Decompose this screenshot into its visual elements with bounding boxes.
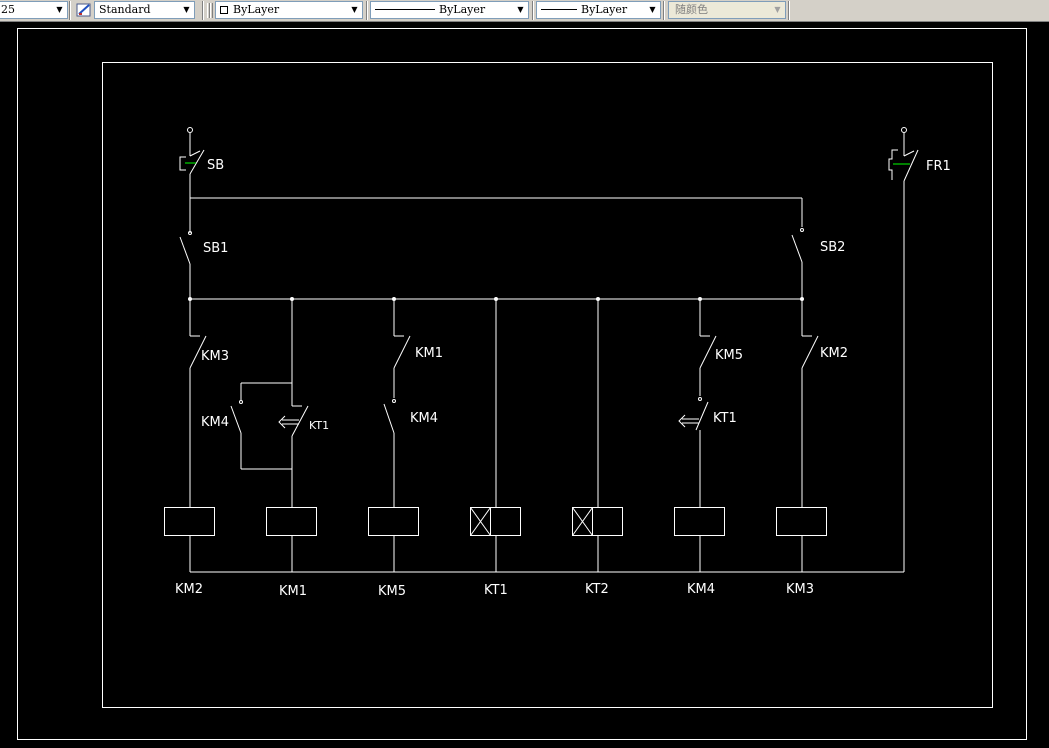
toolbar-separator bbox=[202, 1, 204, 20]
label-sb1: SB1 bbox=[203, 241, 228, 256]
label-km3-contact: KM3 bbox=[201, 349, 229, 364]
label-sb: SB bbox=[207, 158, 224, 173]
label-km4-contact: KM4 bbox=[410, 411, 438, 426]
linetype-value: ByLayer bbox=[439, 3, 486, 16]
text-style-value: 25 bbox=[1, 3, 15, 16]
chevron-down-icon: ▼ bbox=[770, 2, 785, 18]
drawing-canvas[interactable]: SB FR1 SB1 SB2 KM3 KM1 KM5 KM2 KM4 KT1 K… bbox=[0, 22, 1049, 744]
text-style-combo[interactable]: 25 ▼ bbox=[0, 1, 68, 19]
linetype-preview-icon bbox=[375, 9, 435, 10]
coil-label: KT2 bbox=[585, 582, 609, 597]
chevron-down-icon[interactable]: ▼ bbox=[645, 2, 660, 18]
lineweight-combo[interactable]: ByLayer ▼ bbox=[536, 1, 661, 19]
label-fr1: FR1 bbox=[926, 159, 951, 174]
sb2-contact bbox=[791, 228, 804, 300]
sb-button-symbol bbox=[179, 127, 205, 231]
fr1-relay-symbol bbox=[888, 127, 919, 572]
color-value: ByLayer bbox=[233, 3, 280, 16]
inner-frame bbox=[102, 62, 993, 708]
chevron-down-icon[interactable]: ▼ bbox=[52, 2, 67, 18]
coil-km2 bbox=[164, 507, 215, 536]
label-km4-contact-left: KM4 bbox=[201, 415, 229, 430]
coil-label: KM1 bbox=[279, 584, 307, 599]
plotstyle-combo: 随颜色 ▼ bbox=[668, 1, 786, 19]
color-swatch-icon bbox=[220, 6, 228, 14]
dimension-style-combo[interactable]: Standard ▼ bbox=[94, 1, 195, 19]
coil-label: KT1 bbox=[484, 583, 508, 598]
coil-label: KM5 bbox=[378, 584, 406, 599]
outer-frame bbox=[17, 28, 1027, 740]
toolbar-grip[interactable] bbox=[210, 3, 213, 18]
coil-km5 bbox=[368, 507, 419, 536]
lineweight-value: ByLayer bbox=[581, 3, 628, 16]
coil-label: KM3 bbox=[786, 582, 814, 597]
toolbar-separator bbox=[532, 1, 534, 20]
coil-km4 bbox=[674, 507, 725, 536]
label-kt1-contact-left: KT1 bbox=[309, 419, 329, 432]
lineweight-preview-icon bbox=[541, 9, 577, 10]
label-km5-contact: KM5 bbox=[715, 348, 743, 363]
column-km2 bbox=[189, 299, 207, 572]
toolbar-separator bbox=[366, 1, 368, 20]
coil-kt2 bbox=[572, 507, 623, 536]
chevron-down-icon[interactable]: ▼ bbox=[179, 2, 194, 18]
coil-label: KM4 bbox=[687, 582, 715, 597]
toolbar-separator bbox=[663, 1, 665, 20]
toolbar-separator bbox=[788, 1, 790, 20]
linetype-combo[interactable]: ByLayer ▼ bbox=[370, 1, 529, 19]
coil-km1 bbox=[266, 507, 317, 536]
column-km1 bbox=[230, 299, 309, 572]
label-sb2: SB2 bbox=[820, 240, 845, 255]
chevron-down-icon[interactable]: ▼ bbox=[347, 2, 362, 18]
dimension-style-icon[interactable] bbox=[76, 2, 93, 18]
label-km2-contact: KM2 bbox=[820, 346, 848, 361]
column-km5 bbox=[383, 299, 411, 572]
color-combo[interactable]: ByLayer ▼ bbox=[215, 1, 363, 19]
label-km1-contact: KM1 bbox=[415, 346, 443, 361]
label-kt1-contact-right: KT1 bbox=[713, 411, 737, 426]
ladder-diagram: SB FR1 SB1 SB2 KM3 KM1 KM5 KM2 KM4 KT1 K… bbox=[17, 28, 1027, 740]
sb1-contact bbox=[179, 231, 192, 300]
dimension-style-value: Standard bbox=[99, 3, 151, 16]
column-km4 bbox=[678, 299, 717, 572]
chevron-down-icon[interactable]: ▼ bbox=[513, 2, 528, 18]
coil-km3 bbox=[776, 507, 827, 536]
column-km3 bbox=[801, 299, 819, 572]
plotstyle-value: 随颜色 bbox=[675, 3, 708, 16]
coil-kt1 bbox=[470, 507, 521, 536]
properties-toolbar: 25 ▼ Standard ▼ ByLayer ▼ ByLayer ▼ ByLa… bbox=[0, 0, 1049, 22]
toolbar-separator bbox=[69, 1, 71, 20]
coil-label: KM2 bbox=[175, 582, 203, 597]
